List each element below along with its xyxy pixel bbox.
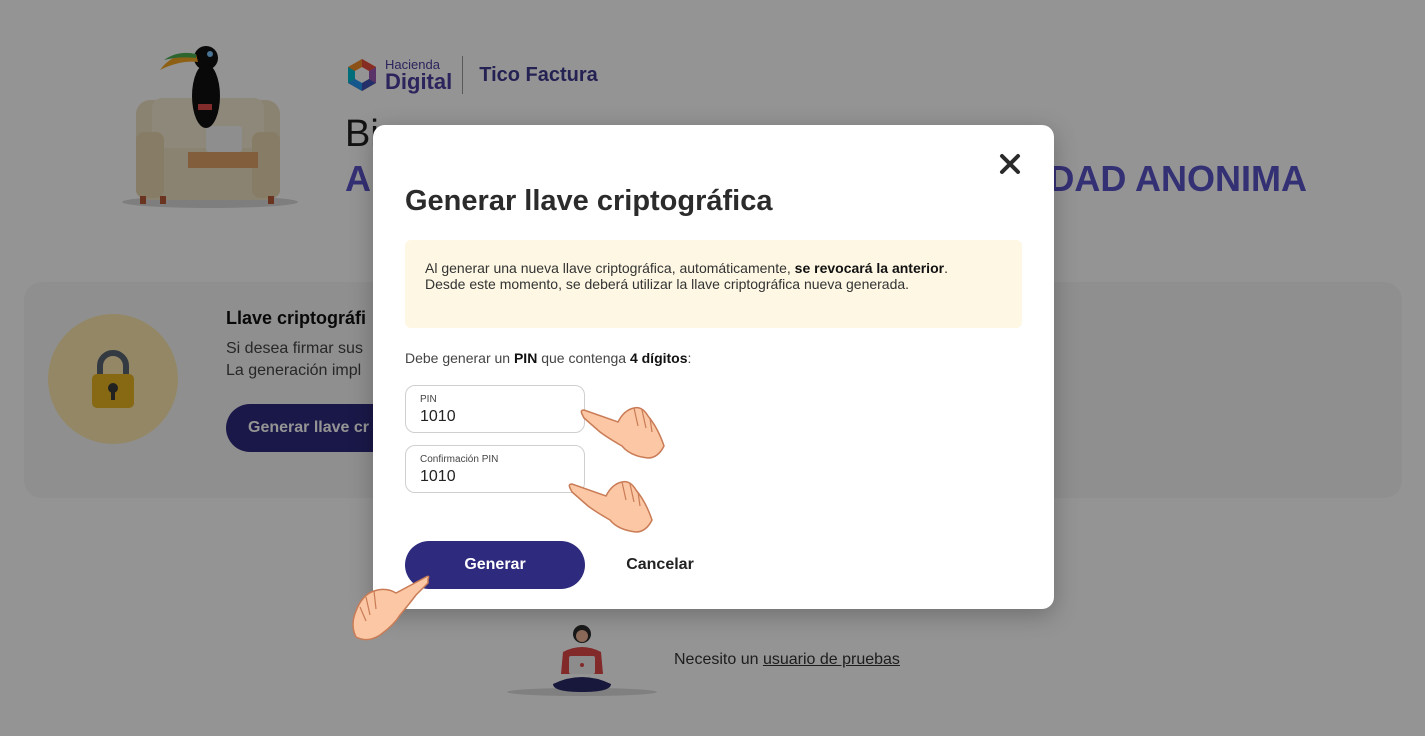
pin-req-text1: Debe generar un <box>405 350 514 366</box>
pin-label: PIN <box>420 394 437 405</box>
revocation-warning: Al generar una nueva llave criptográfica… <box>405 240 1022 328</box>
generate-button[interactable]: Generar <box>405 541 585 589</box>
pin-req-bold1: PIN <box>513 350 538 366</box>
pointing-hand-icon <box>568 480 653 533</box>
pin-req-text3: : <box>687 350 692 366</box>
pointing-hand-icon <box>352 575 430 641</box>
pin-req-text2: que contenga <box>537 350 630 366</box>
close-button[interactable] <box>995 149 1025 179</box>
warning-text: Al generar una nueva llave criptográfica… <box>425 260 795 276</box>
confirm-pin-input[interactable] <box>420 468 570 486</box>
warning-period: . <box>944 260 948 276</box>
close-icon <box>1000 154 1020 174</box>
pin-input[interactable] <box>420 408 570 426</box>
warning-emphasis: se revocará la anterior <box>794 260 945 276</box>
warning-line2: Desde este momento, se deberá utilizar l… <box>425 276 910 292</box>
confirm-pin-label: Confirmación PIN <box>420 454 499 465</box>
confirm-pin-field[interactable]: Confirmación PIN <box>405 445 585 493</box>
pointing-hand-icon <box>580 406 665 459</box>
dialog-title: Generar llave criptográfica <box>405 185 773 217</box>
pin-req-bold2: 4 dígitos <box>629 350 688 366</box>
cancel-button[interactable]: Cancelar <box>605 541 715 589</box>
pin-requirement: Debe generar un PIN que contenga 4 dígit… <box>405 350 691 366</box>
warning-line1: Al generar una nueva llave criptográfica… <box>425 260 1002 276</box>
pin-field[interactable]: PIN <box>405 385 585 433</box>
generate-key-dialog: Generar llave criptográfica Al generar u… <box>373 125 1054 609</box>
